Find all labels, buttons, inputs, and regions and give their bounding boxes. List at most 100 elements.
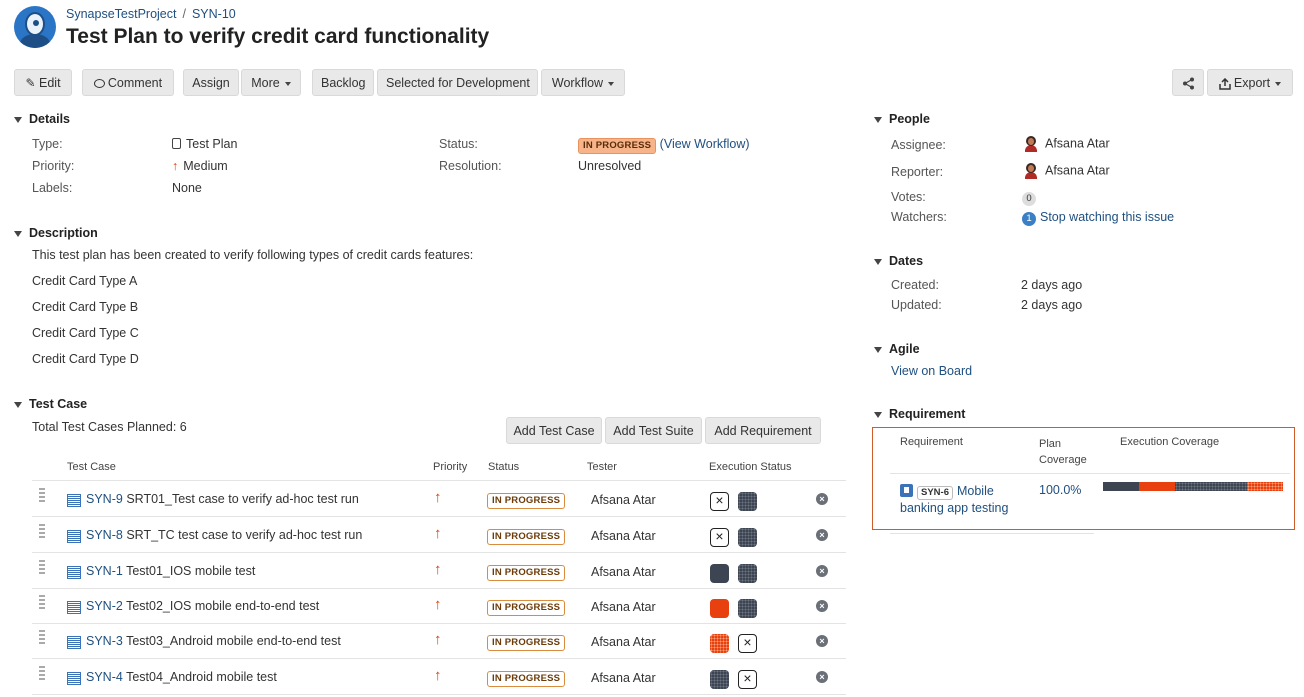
- agile-section-toggle[interactable]: Agile: [874, 342, 920, 356]
- add-test-suite-button[interactable]: Add Test Suite: [605, 417, 702, 444]
- test-case-summary: Test01_IOS mobile test: [126, 564, 256, 578]
- remove-icon[interactable]: ×: [816, 529, 828, 541]
- drag-handle-icon[interactable]: [39, 524, 45, 538]
- description-item: Credit Card Type A: [32, 274, 138, 288]
- type-value-text: Test Plan: [186, 137, 238, 151]
- watchers-count-badge[interactable]: 1: [1022, 212, 1036, 226]
- requirement-row[interactable]: SYN-6 Mobile banking app testing: [900, 483, 1030, 517]
- breadcrumb-issue-key-link[interactable]: SYN-10: [192, 7, 236, 21]
- issue-title: Test Plan to verify credit card function…: [66, 25, 490, 48]
- backlog-button[interactable]: Backlog: [312, 69, 374, 96]
- remove-icon[interactable]: ×: [816, 493, 828, 505]
- drag-handle-icon[interactable]: [39, 630, 45, 644]
- requirement-name-line2[interactable]: banking app testing: [900, 501, 1008, 515]
- chevron-down-icon: [14, 401, 22, 408]
- assignee-name: Afsana Atar: [1045, 136, 1110, 151]
- test-case-cell: SYN-9 SRT01_Test case to verify ad-hoc t…: [86, 492, 359, 506]
- table-row: SYN-8 SRT_TC test case to verify ad-hoc …: [32, 517, 846, 553]
- execution-coverage-segment: [1103, 482, 1139, 491]
- drag-handle-icon[interactable]: [39, 560, 45, 574]
- test-case-key-link[interactable]: SYN-9: [86, 492, 123, 506]
- assignee-label: Assignee:: [891, 138, 946, 152]
- reporter-value[interactable]: Afsana Atar: [1025, 163, 1110, 179]
- execution-status-icon[interactable]: [710, 599, 729, 618]
- remove-icon[interactable]: ×: [816, 635, 828, 647]
- votes-value[interactable]: 0: [1022, 190, 1036, 206]
- priority-arrow-up-icon: ↑: [434, 561, 442, 578]
- remove-icon[interactable]: ×: [816, 671, 828, 683]
- execution-status-icon[interactable]: [710, 634, 729, 653]
- more-button[interactable]: More: [241, 69, 301, 96]
- table-row: SYN-3 Test03_Android mobile end-to-end t…: [32, 623, 846, 659]
- execution-status-icon[interactable]: [738, 564, 757, 583]
- description-section-toggle[interactable]: Description: [14, 226, 98, 240]
- execution-status-icon[interactable]: [710, 670, 729, 689]
- req-column-plan-coverage: Plan Coverage: [1039, 436, 1087, 468]
- people-section-toggle[interactable]: People: [874, 112, 930, 126]
- selected-for-development-button[interactable]: Selected for Development: [377, 69, 538, 96]
- tester-name: Afsana Atar: [591, 600, 656, 614]
- export-button-label: Export: [1233, 76, 1271, 90]
- test-case-heading: Test Case: [29, 397, 88, 411]
- execution-status-icon[interactable]: [738, 599, 757, 618]
- requirement-name-line1[interactable]: Mobile: [957, 484, 994, 498]
- priority-arrow-up-icon: ↑: [434, 631, 442, 648]
- description-item: Credit Card Type B: [32, 300, 139, 314]
- test-case-key-link[interactable]: SYN-3: [86, 634, 123, 648]
- user-avatar-icon: [1025, 136, 1037, 152]
- test-case-section-toggle[interactable]: Test Case: [14, 397, 87, 411]
- chevron-down-icon: [874, 116, 882, 123]
- comment-icon: [93, 79, 105, 89]
- requirement-section-toggle[interactable]: Requirement: [874, 407, 965, 421]
- view-workflow-link[interactable]: (View Workflow): [660, 137, 750, 151]
- execution-status-icon[interactable]: ×: [710, 492, 729, 511]
- share-icon: [1182, 77, 1194, 90]
- dates-section-toggle[interactable]: Dates: [874, 254, 923, 268]
- execution-status-icon[interactable]: [738, 528, 757, 547]
- test-case-key-link[interactable]: SYN-4: [86, 670, 123, 684]
- execution-status-icon[interactable]: ×: [738, 634, 757, 653]
- export-button[interactable]: Export: [1207, 69, 1293, 96]
- add-requirement-button[interactable]: Add Requirement: [705, 417, 821, 444]
- execution-status-icon[interactable]: [738, 492, 757, 511]
- test-case-cell: SYN-4 Test04_Android mobile test: [86, 670, 277, 684]
- tester-name: Afsana Atar: [591, 529, 656, 543]
- execution-status-icon[interactable]: [710, 564, 729, 583]
- test-case-key-link[interactable]: SYN-8: [86, 528, 123, 542]
- stop-watching-link[interactable]: Stop watching this issue: [1040, 210, 1174, 224]
- test-plan-icon: [172, 138, 181, 149]
- breadcrumb-project-link[interactable]: SynapseTestProject: [66, 7, 176, 21]
- execution-status-icon[interactable]: ×: [710, 528, 729, 547]
- share-button[interactable]: [1172, 69, 1204, 96]
- priority-arrow-up-icon: ↑: [434, 525, 442, 542]
- drag-handle-icon[interactable]: [39, 666, 45, 680]
- assign-button[interactable]: Assign: [183, 69, 239, 96]
- execution-status-icon[interactable]: ×: [738, 670, 757, 689]
- project-avatar[interactable]: [14, 6, 56, 48]
- labels-label: Labels:: [32, 181, 73, 195]
- details-section-toggle[interactable]: Details: [14, 112, 70, 126]
- drag-handle-icon[interactable]: [39, 488, 45, 502]
- requirement-key-badge: SYN-6: [917, 486, 953, 500]
- test-case-key-link[interactable]: SYN-2: [86, 599, 123, 613]
- add-test-case-button[interactable]: Add Test Case: [506, 417, 602, 444]
- description-item: Credit Card Type D: [32, 352, 139, 366]
- created-label: Created:: [891, 278, 939, 292]
- remove-icon[interactable]: ×: [816, 600, 828, 612]
- workflow-button[interactable]: Workflow: [541, 69, 625, 96]
- type-label: Type:: [32, 137, 63, 151]
- test-case-key-link[interactable]: SYN-1: [86, 564, 123, 578]
- chevron-down-icon: [14, 116, 22, 123]
- status-cell: IN PROGRESS: [487, 634, 566, 651]
- priority-arrow-up-icon: ↑: [434, 667, 442, 684]
- assignee-value[interactable]: Afsana Atar: [1025, 136, 1110, 152]
- column-header-tester: Tester: [587, 461, 617, 473]
- view-on-board-link[interactable]: View on Board: [891, 364, 972, 378]
- comment-button[interactable]: Comment: [82, 69, 174, 96]
- plan-coverage-value[interactable]: 100.0%: [1039, 483, 1081, 497]
- remove-icon[interactable]: ×: [816, 565, 828, 577]
- edit-button[interactable]: ✎ Edit: [14, 69, 72, 96]
- req-column-plan-line1: Plan: [1039, 438, 1062, 450]
- drag-handle-icon[interactable]: [39, 595, 45, 609]
- status-badge: IN PROGRESS: [487, 529, 566, 545]
